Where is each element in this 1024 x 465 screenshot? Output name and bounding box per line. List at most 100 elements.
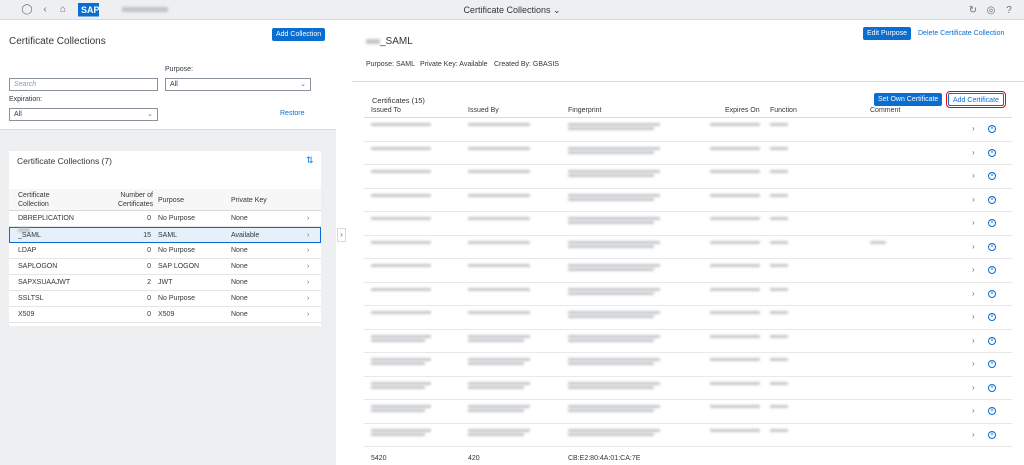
delete-collection-link[interactable]: Delete Certificate Collection bbox=[918, 30, 1004, 37]
row-purpose: No Purpose bbox=[158, 247, 195, 254]
redacted-cell bbox=[468, 169, 530, 174]
row-private-key: Available bbox=[231, 232, 260, 239]
help-icon[interactable]: ? bbox=[1000, 0, 1018, 20]
row-purpose: No Purpose bbox=[158, 295, 195, 302]
expiration-select[interactable]: All ⌄ bbox=[9, 108, 158, 121]
expiration-select-value: All bbox=[14, 111, 22, 118]
delete-icon[interactable]: × bbox=[988, 242, 996, 251]
back-icon[interactable]: ‹ bbox=[36, 0, 54, 20]
row-count: 2 bbox=[147, 279, 151, 286]
redacted-cell bbox=[770, 216, 788, 221]
sort-icon[interactable]: ⇅ bbox=[306, 155, 314, 166]
table-row[interactable]: › × bbox=[364, 353, 1012, 377]
table-row[interactable]: › × bbox=[364, 283, 1012, 306]
master-title: Certificate Collections bbox=[9, 36, 106, 47]
redacted-cell bbox=[371, 357, 431, 366]
restore-link[interactable]: Restore bbox=[280, 110, 305, 117]
chevron-right-icon: › bbox=[972, 241, 975, 251]
sap-logo[interactable]: SAP bbox=[78, 2, 108, 17]
redacted-cell bbox=[770, 287, 788, 292]
redacted-cell bbox=[468, 428, 530, 437]
delete-icon[interactable]: × bbox=[988, 195, 996, 204]
table-row[interactable]: DBREPLICATION 0 No Purpose None › bbox=[9, 211, 321, 227]
redacted-cell bbox=[371, 404, 431, 413]
add-collection-button[interactable]: Add Collection bbox=[272, 28, 326, 41]
table-row[interactable]: › × bbox=[364, 330, 1012, 353]
row-name: SSLTSL bbox=[18, 295, 44, 302]
redacted-cell bbox=[371, 428, 431, 437]
expand-master-button[interactable]: › bbox=[337, 228, 346, 242]
redacted-cell bbox=[710, 428, 760, 433]
detail-title-text: _SAML bbox=[380, 36, 413, 47]
redacted-cell bbox=[710, 357, 760, 362]
delete-icon[interactable]: × bbox=[988, 313, 996, 321]
table-row[interactable]: › × bbox=[364, 236, 1012, 259]
col-fingerprint: Fingerprint bbox=[568, 107, 602, 114]
col-issued-by: Issued By bbox=[468, 107, 499, 114]
search-input[interactable]: Search bbox=[9, 78, 158, 91]
table-row[interactable]: › × bbox=[364, 118, 1012, 142]
table-row[interactable]: › × bbox=[364, 306, 1012, 330]
chevron-right-icon: › bbox=[972, 406, 975, 415]
chevron-right-icon: › bbox=[972, 218, 975, 227]
redacted-cell bbox=[568, 404, 660, 413]
table-header: Certificate Collection Number of Certifi… bbox=[9, 189, 321, 211]
redacted-cell bbox=[468, 357, 530, 366]
delete-icon[interactable]: × bbox=[988, 430, 996, 439]
redacted-cell bbox=[371, 287, 431, 292]
delete-icon[interactable]: × bbox=[988, 148, 996, 157]
row-name: SAPLOGON bbox=[18, 263, 58, 270]
table-row[interactable]: › × bbox=[364, 377, 1012, 400]
redacted-cell bbox=[770, 263, 788, 268]
table-row[interactable]: › × bbox=[364, 400, 1012, 424]
table-row[interactable]: SAPLOGON 0 SAP LOGON None › bbox=[9, 259, 321, 275]
chevron-right-icon: › bbox=[307, 279, 310, 286]
last-row-fingerprint: CB:E2:80:4A:01:CA:7E bbox=[568, 455, 641, 462]
user-icon[interactable]: ◯ bbox=[18, 0, 36, 20]
table-row[interactable]: › × bbox=[364, 424, 1012, 447]
redacted-cell bbox=[468, 240, 530, 245]
home-icon[interactable]: ⌂ bbox=[54, 0, 72, 20]
row-purpose: SAP LOGON bbox=[158, 263, 200, 270]
table-row[interactable]: SAPXSUAAJWT 2 JWT None › bbox=[9, 275, 321, 291]
redacted-cell bbox=[770, 381, 788, 386]
redacted-cell bbox=[568, 287, 660, 296]
delete-icon[interactable]: × bbox=[988, 172, 996, 180]
row-purpose: No Purpose bbox=[158, 215, 195, 222]
purpose-attr: Purpose: SAML bbox=[366, 61, 416, 68]
redacted-cell bbox=[468, 310, 530, 315]
delete-icon[interactable]: × bbox=[988, 336, 996, 345]
delete-icon[interactable]: × bbox=[988, 383, 996, 392]
delete-icon[interactable]: × bbox=[988, 360, 996, 368]
col-expires: Expires On bbox=[725, 107, 760, 114]
delete-icon[interactable]: × bbox=[988, 289, 996, 298]
settings-icon[interactable]: ◎ bbox=[982, 0, 1000, 20]
delete-icon[interactable]: × bbox=[988, 407, 996, 415]
delete-icon[interactable]: × bbox=[988, 266, 996, 274]
redacted-cell bbox=[568, 334, 660, 343]
edit-purpose-button[interactable]: Edit Purpose bbox=[863, 27, 912, 40]
redacted-cell bbox=[468, 334, 530, 343]
chevron-right-icon: › bbox=[972, 335, 975, 345]
table-row[interactable]: › × bbox=[364, 189, 1012, 212]
table-row[interactable]: › × bbox=[364, 142, 1012, 165]
table-row[interactable]: X509 0 X509 None › bbox=[9, 307, 321, 323]
col-purpose: Purpose bbox=[158, 197, 185, 204]
table-row[interactable]: › × bbox=[364, 212, 1012, 236]
table-row[interactable]: SSLTSL 0 No Purpose None › bbox=[9, 291, 321, 307]
table-row[interactable]: LDAP 0 No Purpose None › bbox=[9, 243, 321, 259]
table-row-selected[interactable]: _SAML 15 SAML Available › bbox=[9, 227, 321, 243]
row-name-text: _SAML bbox=[18, 232, 41, 239]
redacted-cell bbox=[568, 357, 660, 366]
table-row[interactable]: › × bbox=[364, 259, 1012, 283]
chevron-right-icon: › bbox=[972, 265, 975, 274]
delete-icon[interactable]: × bbox=[988, 219, 996, 227]
refresh-icon[interactable]: ↻ bbox=[964, 0, 982, 20]
purpose-select[interactable]: All ⌄ bbox=[165, 78, 311, 91]
col-function: Function bbox=[770, 107, 797, 114]
redacted-cell bbox=[568, 169, 660, 178]
chevron-right-icon: › bbox=[307, 263, 310, 270]
delete-icon[interactable]: × bbox=[988, 125, 996, 133]
row-count: 0 bbox=[147, 263, 151, 270]
table-row[interactable]: › × bbox=[364, 165, 1012, 189]
